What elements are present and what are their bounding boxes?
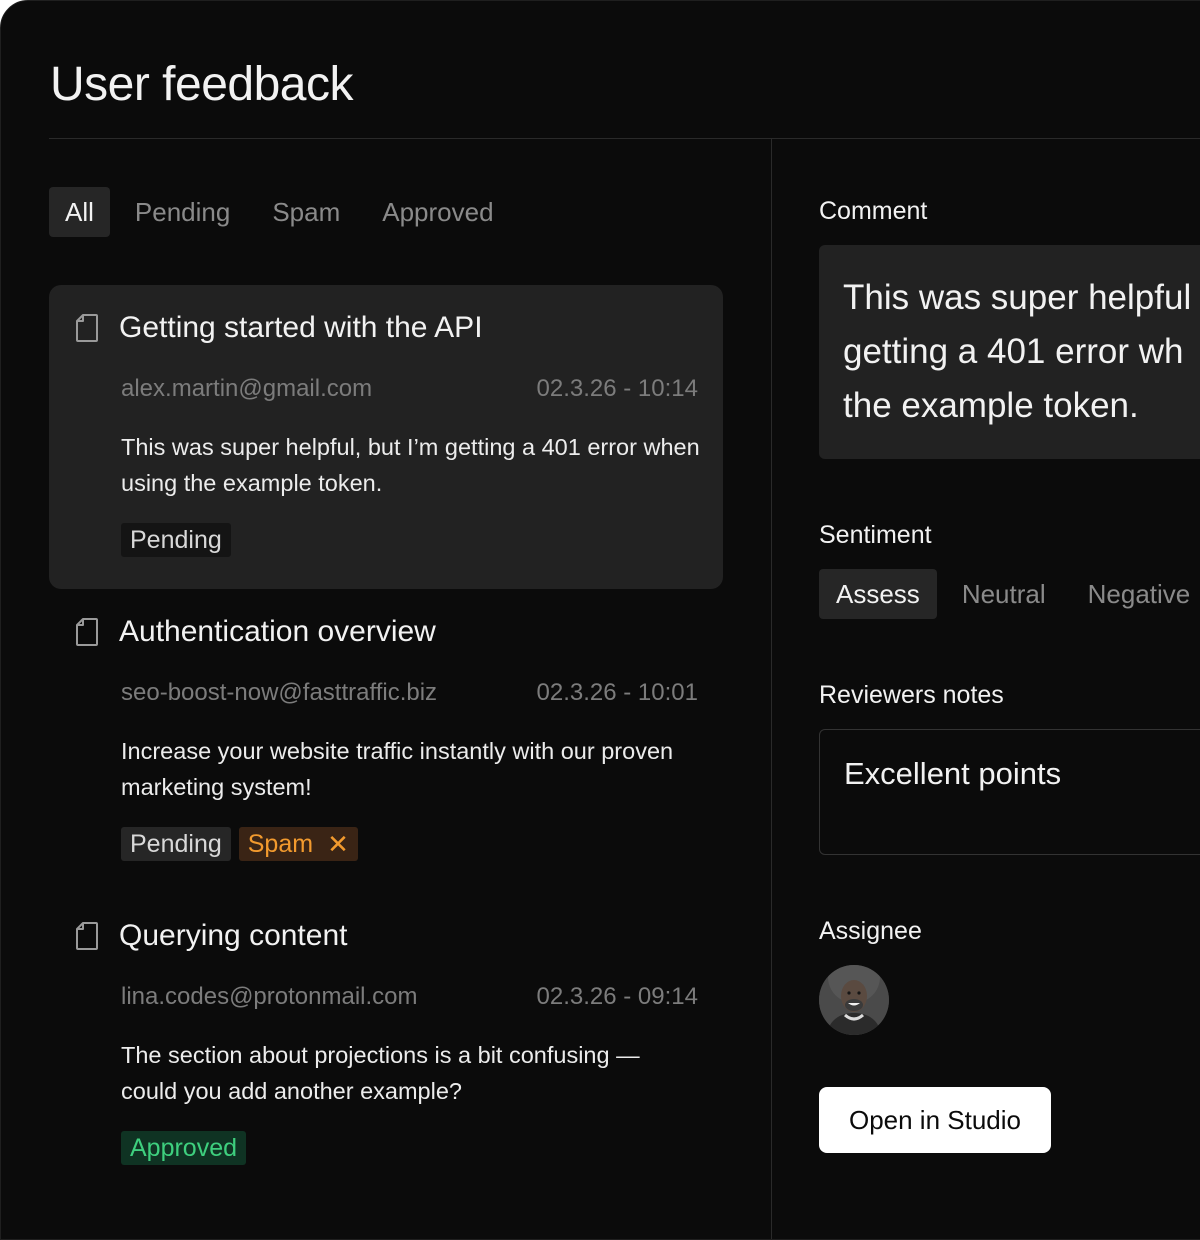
feedback-email: lina.codes@protonmail.com bbox=[121, 983, 418, 1010]
sentiment-assess[interactable]: Assess bbox=[819, 569, 937, 619]
filter-tabs: All Pending Spam Approved bbox=[49, 187, 519, 237]
feedback-email: seo-boost-now@fasttraffic.biz bbox=[121, 679, 438, 706]
notes-label: Reviewers notes bbox=[819, 681, 1004, 709]
feedback-date: 02.3.26 - 10:01 bbox=[536, 679, 698, 706]
feedback-item[interactable]: Authentication overview seo-boost-now@fa… bbox=[49, 589, 723, 893]
tab-approved[interactable]: Approved bbox=[365, 187, 510, 237]
feedback-item[interactable]: Getting started with the API alex.martin… bbox=[49, 285, 723, 589]
sentiment-selector: Assess Neutral Negative bbox=[819, 569, 1200, 619]
feedback-email: alex.martin@gmail.com bbox=[121, 375, 373, 402]
sentiment-negative[interactable]: Negative bbox=[1071, 569, 1200, 619]
status-badges: Pending Spam ✕ bbox=[121, 827, 358, 861]
tab-spam[interactable]: Spam bbox=[255, 187, 357, 237]
feedback-title: Authentication overview bbox=[119, 615, 436, 648]
status-badges: Pending bbox=[121, 523, 231, 557]
remove-spam-icon[interactable]: ✕ bbox=[327, 829, 349, 860]
feedback-body: The section about projections is a bit c… bbox=[121, 1042, 640, 1104]
comment-line: the example token. bbox=[843, 386, 1139, 425]
assignee-avatar-image bbox=[819, 965, 889, 1035]
feedback-date: 02.3.26 - 09:14 bbox=[536, 983, 698, 1010]
feedback-date: 02.3.26 - 10:14 bbox=[536, 375, 698, 402]
tab-all[interactable]: All bbox=[49, 187, 110, 237]
header-divider bbox=[49, 138, 1200, 139]
reviewer-notes-value: Excellent points bbox=[844, 756, 1062, 791]
comment-line: getting a 401 error wh bbox=[843, 332, 1184, 371]
document-icon bbox=[76, 922, 98, 950]
feedback-title: Getting started with the API bbox=[119, 311, 483, 344]
feedback-body: Increase your website traffic instantly … bbox=[121, 738, 674, 800]
reviewer-notes-field[interactable]: Excellent points bbox=[819, 729, 1200, 855]
status-badge-pending: Pending bbox=[121, 827, 231, 861]
status-badge-pending: Pending bbox=[121, 523, 231, 557]
feedback-window: User feedback All Pending Spam Approved … bbox=[0, 0, 1200, 1240]
tab-pending[interactable]: Pending bbox=[118, 187, 247, 237]
comment-text: This was super helpful getting a 401 err… bbox=[843, 271, 1200, 433]
comment-label: Comment bbox=[819, 197, 928, 225]
document-icon bbox=[76, 618, 98, 646]
open-in-studio-button[interactable]: Open in Studio bbox=[819, 1087, 1051, 1153]
avatar[interactable] bbox=[819, 965, 889, 1035]
status-badge-spam: Spam ✕ bbox=[238, 827, 358, 861]
sentiment-label: Sentiment bbox=[819, 521, 932, 549]
feedback-body: This was super helpful, but I’m getting … bbox=[121, 434, 700, 496]
comment-line: This was super helpful bbox=[843, 278, 1192, 317]
assignee-label: Assignee bbox=[819, 917, 922, 945]
sentiment-neutral[interactable]: Neutral bbox=[945, 569, 1063, 619]
page-title: User feedback bbox=[50, 58, 354, 111]
document-icon bbox=[76, 314, 98, 342]
spam-badge-label: Spam bbox=[247, 829, 314, 858]
status-badge-approved: Approved bbox=[121, 1131, 247, 1165]
feedback-item[interactable]: Querying content lina.codes@protonmail.c… bbox=[49, 893, 723, 1197]
status-badges: Approved bbox=[121, 1131, 247, 1165]
feedback-title: Querying content bbox=[119, 919, 348, 952]
panel-divider bbox=[771, 139, 772, 1239]
comment-box: This was super helpful getting a 401 err… bbox=[819, 245, 1200, 459]
